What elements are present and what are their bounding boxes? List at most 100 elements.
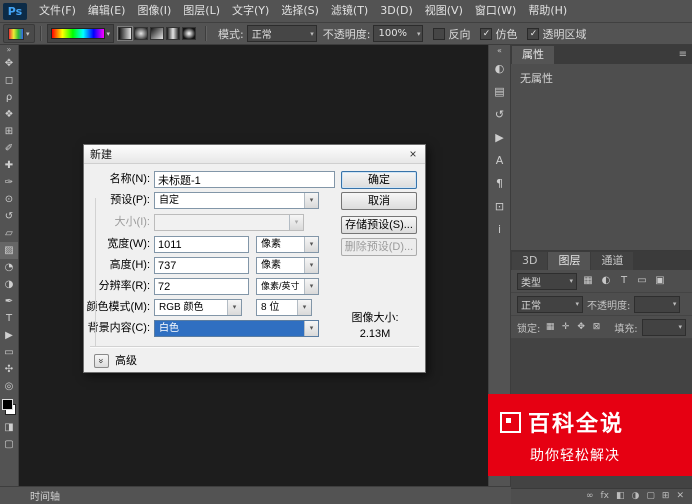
menu-window[interactable]: 窗口(W) xyxy=(469,0,522,22)
resolution-input[interactable] xyxy=(154,278,249,295)
delete-layer-icon[interactable]: ✕ xyxy=(676,489,684,504)
bit-depth-select[interactable]: 8 位 ▾ xyxy=(256,299,312,316)
ok-button[interactable]: 确定 xyxy=(341,171,417,189)
tab-3d[interactable]: 3D xyxy=(512,252,547,270)
tool-preset-picker[interactable]: ▾ xyxy=(3,24,35,43)
eraser-tool[interactable]: ▱ xyxy=(0,225,18,242)
type-filter-icon[interactable]: T xyxy=(617,274,631,288)
link-layers-icon[interactable]: ∞ xyxy=(586,489,594,504)
menu-view[interactable]: 视图(V) xyxy=(419,0,469,22)
advanced-toggle-button[interactable]: » xyxy=(94,354,109,368)
reflected-gradient-icon[interactable] xyxy=(166,27,180,40)
foreground-color-swatch[interactable] xyxy=(2,399,13,410)
lock-all-icon[interactable]: ⊠ xyxy=(591,322,602,332)
dodge-tool[interactable]: ◑ xyxy=(0,276,18,293)
color-mode-select[interactable]: RGB 颜色 ▾ xyxy=(154,299,242,316)
adjustments-panel-icon[interactable]: ◐ xyxy=(489,57,510,80)
lock-transparent-icon[interactable]: ▦ xyxy=(544,322,555,332)
layer-group-icon[interactable]: ▢ xyxy=(646,489,655,504)
brush-tool[interactable]: ✑ xyxy=(0,174,18,191)
clone-source-panel-icon[interactable]: ⊡ xyxy=(489,195,510,218)
styles-panel-icon[interactable]: ▤ xyxy=(489,80,510,103)
crop-tool[interactable]: ⊞ xyxy=(0,123,18,140)
layer-opacity-select[interactable]: ▾ xyxy=(634,296,680,313)
move-tool[interactable]: ✥ xyxy=(0,55,18,72)
radial-gradient-icon[interactable] xyxy=(134,27,148,40)
diamond-gradient-icon[interactable] xyxy=(182,27,196,40)
reverse-checkbox[interactable]: 反向 xyxy=(433,26,470,42)
save-preset-button[interactable]: 存储预设(S)... xyxy=(341,216,417,234)
quick-selection-tool[interactable]: ❖ xyxy=(0,106,18,123)
mode-select[interactable]: 正常 ▾ xyxy=(247,25,317,42)
path-selection-tool[interactable]: ▶ xyxy=(0,327,18,344)
zoom-tool[interactable]: ◎ xyxy=(0,378,18,395)
dither-checkbox[interactable]: ✓ 仿色 xyxy=(480,26,517,42)
menu-select[interactable]: 选择(S) xyxy=(275,0,325,22)
filter-kind-select[interactable]: 类型 ▾ xyxy=(517,273,577,290)
menu-3d[interactable]: 3D(D) xyxy=(374,0,419,22)
menu-layer[interactable]: 图层(L) xyxy=(177,0,226,22)
name-input[interactable] xyxy=(154,171,335,188)
color-swatches[interactable] xyxy=(0,397,18,417)
layer-mask-icon[interactable]: ◧ xyxy=(616,489,625,504)
menu-type[interactable]: 文字(Y) xyxy=(226,0,275,22)
shape-tool[interactable]: ▭ xyxy=(0,344,18,361)
preset-select[interactable]: 自定 ▾ xyxy=(154,192,319,209)
info-panel-icon[interactable]: i xyxy=(489,218,510,241)
height-input[interactable] xyxy=(154,257,249,274)
actions-panel-icon[interactable]: ▶ xyxy=(489,126,510,149)
adjustment-filter-icon[interactable]: ◐ xyxy=(599,274,613,288)
layer-fill-select[interactable]: ▾ xyxy=(642,319,686,336)
background-select[interactable]: 白色 ▾ xyxy=(154,320,319,337)
cancel-button[interactable]: 取消 xyxy=(341,192,417,210)
pixel-filter-icon[interactable]: ▦ xyxy=(581,274,595,288)
lock-pixels-icon[interactable]: ✛ xyxy=(560,322,571,332)
layer-style-icon[interactable]: fx xyxy=(601,489,610,504)
height-unit-select[interactable]: 像素 ▾ xyxy=(256,257,319,274)
toolbar-collapse-icon[interactable]: » xyxy=(7,45,12,55)
lock-position-icon[interactable]: ✥ xyxy=(575,322,586,332)
opacity-select[interactable]: 100% ▾ xyxy=(373,25,423,42)
linear-gradient-icon[interactable] xyxy=(118,27,132,40)
resolution-unit-select[interactable]: 像素/英寸 ▾ xyxy=(256,278,319,295)
tab-properties[interactable]: 属性 xyxy=(512,46,554,64)
menu-filter[interactable]: 滤镜(T) xyxy=(325,0,374,22)
menu-file[interactable]: 文件(F) xyxy=(33,0,82,22)
menu-edit[interactable]: 编辑(E) xyxy=(82,0,132,22)
type-tool[interactable]: T xyxy=(0,310,18,327)
width-unit-select[interactable]: 像素 ▾ xyxy=(256,236,319,253)
history-panel-icon[interactable]: ↺ xyxy=(489,103,510,126)
shape-filter-icon[interactable]: ▭ xyxy=(635,274,649,288)
lasso-tool[interactable]: ρ xyxy=(0,89,18,106)
blur-tool[interactable]: ◔ xyxy=(0,259,18,276)
screen-mode-icon[interactable]: ▢ xyxy=(0,436,18,453)
dialog-title-bar[interactable]: 新建 × xyxy=(84,145,425,164)
gradient-preview[interactable]: ▾ xyxy=(47,24,115,43)
eyedropper-tool[interactable]: ✐ xyxy=(0,140,18,157)
width-input[interactable] xyxy=(154,236,249,253)
expand-panels-icon[interactable]: « xyxy=(497,45,502,57)
transparency-checkbox[interactable]: ✓ 透明区域 xyxy=(527,26,586,42)
timeline-label[interactable]: 时间轴 xyxy=(30,488,60,503)
healing-brush-tool[interactable]: ✚ xyxy=(0,157,18,174)
history-brush-tool[interactable]: ↺ xyxy=(0,208,18,225)
smart-object-filter-icon[interactable]: ▣ xyxy=(653,274,667,288)
character-panel-icon[interactable]: A xyxy=(489,149,510,172)
menu-help[interactable]: 帮助(H) xyxy=(522,0,573,22)
adjustment-layer-icon[interactable]: ◑ xyxy=(632,489,640,504)
marquee-tool[interactable]: ◻ xyxy=(0,72,18,89)
quick-mask-icon[interactable]: ◨ xyxy=(0,419,18,436)
new-layer-icon[interactable]: ⊞ xyxy=(662,489,670,504)
clone-stamp-tool[interactable]: ⊙ xyxy=(0,191,18,208)
paragraph-panel-icon[interactable]: ¶ xyxy=(489,172,510,195)
menu-image[interactable]: 图像(I) xyxy=(131,0,177,22)
hand-tool[interactable]: ✣ xyxy=(0,361,18,378)
angle-gradient-icon[interactable] xyxy=(150,27,164,40)
pen-tool[interactable]: ✒ xyxy=(0,293,18,310)
gradient-tool[interactable]: ▨ xyxy=(0,242,18,259)
panel-menu-icon[interactable]: ≡ xyxy=(679,46,692,64)
close-icon[interactable]: × xyxy=(405,147,421,161)
blend-mode-select[interactable]: 正常 ▾ xyxy=(517,296,583,313)
tab-channels[interactable]: 通道 xyxy=(591,252,633,270)
tab-layers[interactable]: 图层 xyxy=(548,252,590,270)
